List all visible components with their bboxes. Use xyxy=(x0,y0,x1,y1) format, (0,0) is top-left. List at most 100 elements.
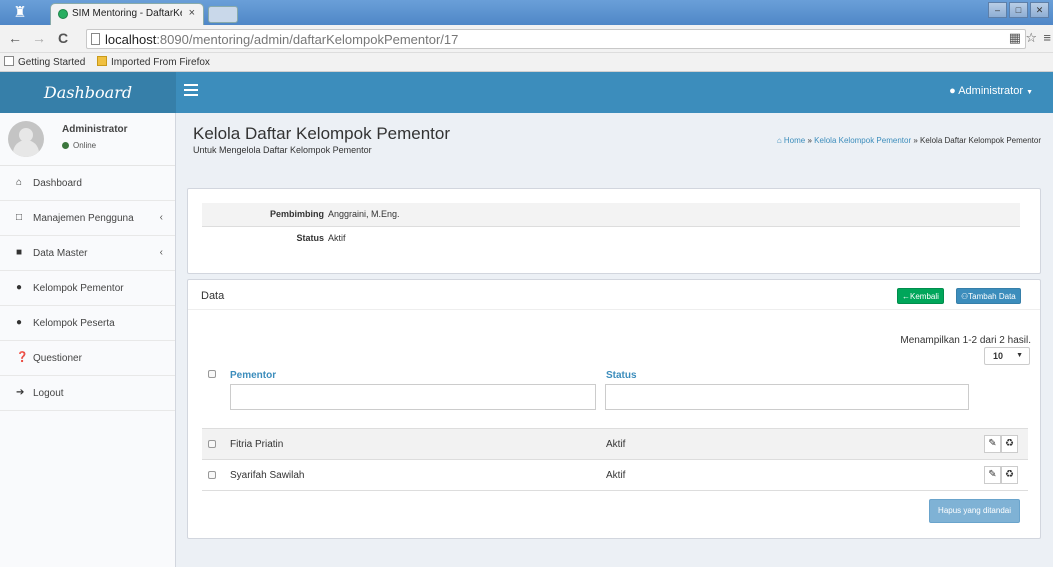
online-status: Online xyxy=(62,141,96,150)
breadcrumb-separator: » xyxy=(913,136,918,145)
arrow-left-icon: ← xyxy=(902,292,910,301)
result-summary: Menampilkan 1-2 dari 2 hasil. xyxy=(900,335,1031,346)
data-box-header: Data ←Kembali ⚇Tambah Data xyxy=(188,280,1040,310)
add-data-button[interactable]: ⚇Tambah Data xyxy=(956,288,1021,304)
cell-status: Aktif xyxy=(606,470,626,481)
url-text: localhost:8090/mentoring/admin/daftarKel… xyxy=(105,32,459,47)
forward-arrow-icon[interactable]: → xyxy=(32,30,46,46)
sidebar: Administrator Online ⌂ Dashboard □ Manaj… xyxy=(0,113,176,567)
edit-pencil-icon[interactable]: ✎ xyxy=(984,466,1001,484)
translate-icon[interactable]: ▦ xyxy=(1009,30,1021,46)
detail-value: Aktif xyxy=(328,233,346,243)
app-logo[interactable]: Dashboard xyxy=(0,72,176,113)
sidebar-item-label: Logout xyxy=(33,388,64,399)
row-checkbox[interactable] xyxy=(208,471,216,479)
filter-pementor-input[interactable] xyxy=(230,384,596,410)
filter-status-input[interactable] xyxy=(605,384,969,410)
unlock-icon: □ xyxy=(16,212,23,223)
reload-icon[interactable]: C xyxy=(58,30,68,46)
row-actions: ✎ ♻ xyxy=(984,435,1018,453)
trash-icon[interactable]: ♻ xyxy=(1001,466,1018,484)
top-navbar: ● Administrator ▼ xyxy=(176,72,1053,113)
user-menu-label: Administrator xyxy=(958,85,1023,97)
sidebar-item-label: Kelompok Peserta xyxy=(33,318,115,329)
back-button[interactable]: ←Kembali xyxy=(897,288,944,304)
cell-status: Aktif xyxy=(606,439,626,450)
caret-down-icon: ▼ xyxy=(1026,89,1033,96)
sidebar-item-label: Kelompok Pementor xyxy=(33,283,124,294)
folder-icon xyxy=(97,56,107,66)
question-icon: ❓ xyxy=(16,352,29,363)
home-icon: ⌂ xyxy=(776,136,782,145)
avatar xyxy=(8,121,44,157)
caret-down-icon: ▼ xyxy=(1016,352,1023,359)
bookmarks-bar: Getting Started Imported From Firefox xyxy=(0,53,1053,72)
browser-toolbar: ← → C localhost:8090/mentoring/admin/daf… xyxy=(0,25,1053,53)
page-icon xyxy=(91,33,100,45)
detail-box: Pembimbing Anggraini, M.Eng. Status Akti… xyxy=(187,188,1041,274)
cell-pementor: Fitria Priatin xyxy=(230,439,284,450)
breadcrumb-parent[interactable]: Kelola Kelompok Pementor xyxy=(814,136,911,145)
sidebar-user-name: Administrator xyxy=(62,124,128,135)
bookmark-imported-folder[interactable]: Imported From Firefox xyxy=(97,56,210,68)
minimize-icon[interactable]: – xyxy=(988,2,1007,18)
data-box-title: Data xyxy=(201,290,225,302)
signout-icon: ➔ xyxy=(16,387,25,398)
table-row: Fitria Priatin Aktif ✎ ♻ xyxy=(202,428,1028,459)
sidebar-item-dashboard[interactable]: ⌂ Dashboard xyxy=(0,166,175,201)
detail-label: Status xyxy=(296,233,324,243)
select-all-checkbox[interactable] xyxy=(208,370,216,378)
data-box: Data ←Kembali ⚇Tambah Data Menampilkan 1… xyxy=(187,279,1041,539)
page-size-select[interactable]: 10 ▼ xyxy=(984,347,1030,365)
row-checkbox[interactable] xyxy=(208,440,216,448)
user-icon: ● xyxy=(949,85,956,97)
sidebar-item-logout[interactable]: ➔ Logout xyxy=(0,376,175,411)
users-icon: ● xyxy=(16,317,23,328)
tab-favicon-icon xyxy=(58,9,68,19)
breadcrumb-current: Kelola Daftar Kelompok Pementor xyxy=(920,136,1041,145)
sidebar-item-questioner[interactable]: ❓ Questioner xyxy=(0,341,175,376)
sidebar-item-label: Data Master xyxy=(33,248,88,259)
users-icon: ● xyxy=(16,282,23,293)
user-menu-dropdown[interactable]: ● Administrator ▼ xyxy=(949,85,1033,97)
browser-titlebar: ♜ SIM Mentoring - DaftarKelom × – □ ✕ xyxy=(0,0,1053,25)
column-header-status[interactable]: Status xyxy=(606,370,637,381)
sidebar-item-kelompok-pementor[interactable]: ● Kelompok Pementor xyxy=(0,271,175,306)
tab-title: SIM Mentoring - DaftarKelom xyxy=(72,8,182,19)
incognito-icon: ♜ xyxy=(13,4,27,21)
page-icon xyxy=(4,56,14,66)
delete-selected-button[interactable]: Hapus yang ditandai xyxy=(929,499,1020,523)
sidebar-toggle-icon[interactable] xyxy=(184,84,198,96)
menu-icon[interactable]: ≡ xyxy=(1043,30,1051,45)
home-icon: ⌂ xyxy=(16,177,23,188)
new-tab-button[interactable] xyxy=(208,6,238,23)
table-row: Syarifah Sawilah Aktif ✎ ♻ xyxy=(202,459,1028,490)
tab-close-icon[interactable]: × xyxy=(189,7,195,19)
detail-row-pembimbing: Pembimbing Anggraini, M.Eng. xyxy=(202,203,1020,227)
star-icon[interactable]: ☆ xyxy=(1025,30,1037,46)
address-bar[interactable]: localhost:8090/mentoring/admin/daftarKel… xyxy=(86,29,1026,49)
sidebar-user-panel: Administrator Online xyxy=(0,113,175,166)
chevron-left-icon: ‹ xyxy=(159,247,163,258)
maximize-icon[interactable]: □ xyxy=(1009,2,1028,18)
bookmark-getting-started[interactable]: Getting Started xyxy=(4,56,85,68)
page-subtitle: Untuk Mengelola Daftar Kelompok Pementor xyxy=(193,145,372,155)
column-header-pementor[interactable]: Pementor xyxy=(230,370,276,381)
close-window-icon[interactable]: ✕ xyxy=(1030,2,1049,18)
breadcrumb: ⌂ Home » Kelola Kelompok Pementor » Kelo… xyxy=(777,136,1041,145)
back-arrow-icon[interactable]: ← xyxy=(8,30,22,46)
detail-table: Pembimbing Anggraini, M.Eng. Status Akti… xyxy=(202,203,1020,251)
edit-pencil-icon[interactable]: ✎ xyxy=(984,435,1001,453)
page-title: Kelola Daftar Kelompok Pementor xyxy=(193,124,451,143)
browser-tab[interactable]: SIM Mentoring - DaftarKelom × xyxy=(50,3,204,25)
sidebar-item-manajemen-pengguna[interactable]: □ Manajemen Pengguna ‹ xyxy=(0,201,175,236)
breadcrumb-home[interactable]: Home xyxy=(784,136,805,145)
sidebar-item-kelompok-peserta[interactable]: ● Kelompok Peserta xyxy=(0,306,175,341)
trash-icon[interactable]: ♻ xyxy=(1001,435,1018,453)
cell-pementor: Syarifah Sawilah xyxy=(230,470,305,481)
chevron-left-icon: ‹ xyxy=(159,212,163,223)
sidebar-item-label: Questioner xyxy=(33,353,82,364)
sidebar-item-data-master[interactable]: ■ Data Master ‹ xyxy=(0,236,175,271)
sidebar-item-label: Manajemen Pengguna xyxy=(33,213,134,224)
online-dot-icon xyxy=(62,142,69,149)
